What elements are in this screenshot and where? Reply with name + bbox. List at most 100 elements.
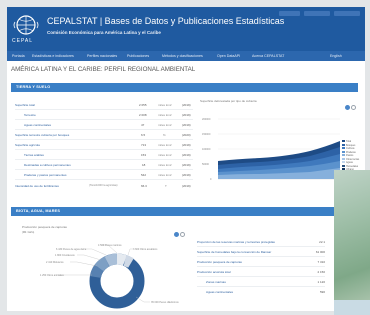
row-divider xyxy=(15,109,193,110)
row-label[interactable]: Superficie de humedales bajo la convenci… xyxy=(197,250,271,254)
row-label[interactable]: Producción pesquera de capturas xyxy=(197,260,242,264)
row-unit: miles km2 xyxy=(158,152,172,157)
row-label[interactable]: Tierras arables xyxy=(24,153,44,157)
nav-item-perfiles[interactable]: Perfiles nacionales xyxy=(87,54,117,58)
nav-item-portada[interactable]: Portada xyxy=(12,54,25,58)
nav-item-acerca[interactable]: Acerca CEPALSTAT xyxy=(252,54,284,58)
y-tick-label: 0 xyxy=(210,178,212,181)
row-divider xyxy=(197,286,325,287)
row-year: (2019) xyxy=(182,183,191,188)
row-label[interactable]: Zonas marinas xyxy=(206,280,226,284)
row-divider xyxy=(15,129,193,130)
row-label[interactable]: Proporción de las reservas marinas y ter… xyxy=(197,240,275,244)
utility-link-2[interactable] xyxy=(304,11,330,16)
table-row: Zonas marinas 1 120 xyxy=(206,278,325,285)
section-biota-agua-mares-header[interactable]: BIOTA, AGUA, MARES xyxy=(11,207,358,216)
row-unit: miles km2 xyxy=(158,172,172,177)
row-value: 6.5 xyxy=(141,132,146,137)
row-unit: miles km2 xyxy=(158,162,172,167)
chart2-caption: Producción pesquera de capturas xyxy=(22,225,67,229)
nav-item-estadisticas[interactable]: Estadísticas e indicadores xyxy=(32,54,74,58)
y-tick-label: 200000 xyxy=(202,118,211,121)
row-label[interactable]: Terrestre xyxy=(24,113,36,117)
settings-icon[interactable] xyxy=(351,105,356,110)
utility-link-3[interactable] xyxy=(334,11,360,16)
row-value: 7 310 xyxy=(317,259,325,264)
table-row: Superficie total 2 055 miles km2 (2019) xyxy=(15,101,193,108)
row-unit: % xyxy=(163,132,166,137)
row-unit: miles km2 xyxy=(158,102,172,107)
y-tick-label: 100000 xyxy=(202,148,211,151)
table-row: Aguas continentales 47 miles km2 (2019) xyxy=(24,121,193,128)
page: CEPAL CEPALSTAT | Bases de Datos y Publi… xyxy=(0,0,370,315)
legend-swatch xyxy=(342,157,345,160)
row-unit: T xyxy=(165,183,167,188)
row-value: 22.1 xyxy=(319,239,325,244)
row-label[interactable]: Praderas y pastos permanentes xyxy=(24,173,67,177)
donut-label: 1 800 Crustáceos xyxy=(55,254,75,257)
row-value: 66.3 xyxy=(141,183,147,188)
table-row: Intensidad de uso de fertilizantes (Tons… xyxy=(15,182,193,189)
chart1-caption: Superficie deforestada por tipo de cubie… xyxy=(200,99,257,103)
main-content: AMÉRICA LATINA Y EL CARIBE: PERFIL REGIO… xyxy=(7,61,365,311)
row-divider xyxy=(15,119,193,120)
row-value: 2 150 xyxy=(317,269,325,274)
row-unit: miles km2 xyxy=(158,142,172,147)
donut xyxy=(89,253,145,309)
table-row: Superficie agrícola 713 miles km2 (2019) xyxy=(15,141,193,148)
row-year: (2019) xyxy=(182,152,191,157)
donut-slice xyxy=(123,255,134,268)
row-label[interactable]: Superficie terrestre cubierta por bosque… xyxy=(15,133,69,137)
info-icon[interactable] xyxy=(345,105,350,110)
row-value: 47 xyxy=(141,122,145,127)
legend-swatch xyxy=(342,147,345,150)
legend-swatch xyxy=(342,161,345,164)
row-value: 153 xyxy=(141,152,147,157)
section-title: TIERRA Y SUELO xyxy=(16,85,51,90)
table-row: Praderas y pastos permanentes 542 miles … xyxy=(24,171,193,178)
nav-item-english[interactable]: English xyxy=(330,54,342,58)
row-label[interactable]: Superficie total xyxy=(15,103,35,107)
site-subtitle: Comisión Económica para América Latina y… xyxy=(47,30,161,35)
y-tick-label: 50000 xyxy=(202,163,210,166)
donut-label: 2 410 Moluscos xyxy=(46,261,64,264)
legend-swatch xyxy=(342,150,345,153)
donut-label: 4 500 Peces marinos xyxy=(98,244,122,247)
row-label[interactable]: Aguas continentales xyxy=(206,290,233,294)
row-divider xyxy=(15,169,193,170)
row-label[interactable]: Superficie agrícola xyxy=(15,143,40,147)
utility-link-1[interactable] xyxy=(279,11,300,16)
nav-item-publicaciones[interactable]: Publicaciones xyxy=(127,54,149,58)
row-divider xyxy=(15,179,193,180)
row-divider xyxy=(197,266,325,267)
row-label[interactable]: Destinadas a cultivos permanentes xyxy=(24,163,71,167)
nav-item-metodos[interactable]: Métodos y clasificaciones xyxy=(162,54,203,58)
table-row: Destinadas a cultivos permanentes 18 mil… xyxy=(24,161,193,168)
nav-item-opendata[interactable]: Open DataAPI xyxy=(217,54,240,58)
row-year: (2019) xyxy=(182,142,191,147)
row-year: (2020) xyxy=(182,132,191,137)
row-label[interactable]: Producción acuícola total xyxy=(197,270,231,274)
row-divider xyxy=(197,276,325,277)
background-map-sea xyxy=(334,300,370,315)
row-label[interactable]: Intensidad de uso de fertilizantes xyxy=(15,184,59,188)
row-value: 2 008 xyxy=(139,112,147,117)
row-value: 2 055 xyxy=(139,102,147,107)
section-tierra-suelo-header[interactable]: TIERRA Y SUELO xyxy=(11,83,358,92)
table-row: Terrestre 2 008 miles km2 (2019) xyxy=(24,111,193,118)
main-nav: Portada Estadísticas e indicadores Perfi… xyxy=(7,51,365,61)
background-map-image xyxy=(334,170,370,315)
table-row: Proporción de las reservas marinas y ter… xyxy=(197,238,325,245)
fisheries-donut-chart: 4 500 Peces marinos 6 430 Peces de agua … xyxy=(40,244,179,309)
row-value: 590 xyxy=(319,289,325,294)
row-year: (2019) xyxy=(182,122,191,127)
row-unit: miles km2 xyxy=(158,112,172,117)
row-year: (2019) xyxy=(182,112,191,117)
legend-swatch xyxy=(342,143,345,146)
row-label[interactable]: Aguas continentales xyxy=(24,123,51,127)
table-row: Aguas continentales 590 xyxy=(206,288,325,295)
donut-label: 1 250 Otros animales xyxy=(40,274,65,277)
site-title[interactable]: CEPALSTAT | Bases de Datos y Publicacion… xyxy=(47,16,284,26)
table-row: Superficie terrestre cubierta por bosque… xyxy=(15,131,193,138)
row-divider xyxy=(15,139,193,140)
